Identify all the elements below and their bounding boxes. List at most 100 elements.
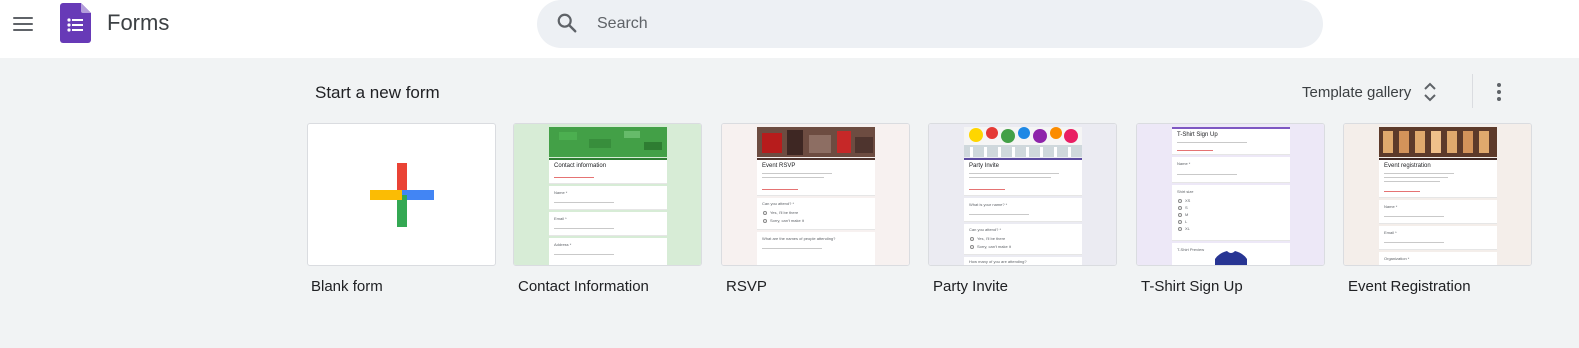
top-app-bar: Forms — [0, 0, 1579, 58]
preview-header-box: Event registration — [1379, 158, 1497, 198]
preview-desc-line — [1384, 177, 1448, 178]
preview-answer-line — [1384, 242, 1444, 243]
preview-question: Can you attend? * Yes, I'll be there Sor… — [757, 198, 875, 230]
preview-question: Shirt size XS S M L XL — [1172, 185, 1290, 241]
preview-field: Email * — [1379, 226, 1497, 250]
search-icon[interactable] — [556, 12, 578, 34]
required-note-line — [1384, 191, 1420, 192]
template-card-tshirt[interactable]: T-Shirt Sign Up Name * Shirt size XS S M… — [1136, 123, 1325, 266]
preview-answer-line — [762, 248, 822, 249]
radio-icon — [1178, 220, 1182, 224]
template-label-contact[interactable]: Contact Information — [518, 277, 649, 297]
preview-desc-line — [969, 173, 1059, 174]
preview-answer-line — [554, 254, 614, 255]
hamburger-menu-icon[interactable] — [8, 9, 38, 39]
template-label-event[interactable]: Event Registration — [1348, 277, 1471, 297]
preview-banner — [1379, 127, 1497, 157]
preview-header-box: Event RSVP — [757, 158, 875, 196]
preview-answer-line — [1177, 174, 1237, 175]
preview-title: T-Shirt Sign Up — [1177, 132, 1218, 138]
radio-icon — [1178, 227, 1182, 231]
required-note-line — [1177, 150, 1213, 151]
template-card-contact[interactable]: Contact information Name * Email * Addre… — [513, 123, 702, 266]
radio-icon — [763, 219, 767, 223]
preview-field: Organization * — [1379, 252, 1497, 265]
preview-field-label: Name * — [1384, 204, 1398, 209]
preview-question-label: What is your name? * — [969, 202, 1008, 207]
toolbar-divider — [1472, 74, 1473, 108]
template-label-rsvp[interactable]: RSVP — [726, 277, 767, 297]
preview-desc-line — [762, 177, 824, 178]
preview-field-label: Address * — [554, 242, 572, 247]
template-label-blank[interactable]: Blank form — [311, 277, 383, 297]
preview-desc-line — [1384, 173, 1454, 174]
preview-desc-line — [1177, 142, 1247, 143]
template-card-blank[interactable] — [307, 123, 496, 266]
radio-icon — [1178, 206, 1182, 210]
template-card-event[interactable]: Event registration Name * Email * Organi… — [1343, 123, 1532, 266]
preview-question: What is your name? * — [964, 198, 1082, 222]
app-title[interactable]: Forms — [107, 10, 169, 36]
form-preview: Party Invite What is your name? * Can yo… — [964, 127, 1082, 265]
form-preview: T-Shirt Sign Up Name * Shirt size XS S M… — [1172, 127, 1290, 265]
search-input[interactable] — [597, 0, 1297, 48]
preview-title: Event RSVP — [762, 163, 796, 169]
more-vert-icon[interactable] — [1485, 77, 1513, 107]
preview-field-label: Email * — [1384, 230, 1397, 235]
preview-question-label: How many of you are attending? — [969, 259, 1027, 264]
preview-desc-line — [762, 173, 832, 174]
form-preview: Event RSVP Can you attend? * Yes, I'll b… — [757, 127, 875, 265]
preview-option: Yes, I'll be there — [977, 236, 1006, 241]
template-gallery-button[interactable]: Template gallery — [1296, 76, 1445, 108]
preview-option: Sorry, can't make it — [770, 218, 804, 223]
balloons-illustration — [964, 127, 1082, 157]
preview-banner — [549, 127, 667, 157]
preview-answer-line — [554, 202, 614, 203]
plus-icon — [369, 162, 434, 227]
unfold-more-icon — [1424, 82, 1436, 102]
template-card-rsvp[interactable]: Event RSVP Can you attend? * Yes, I'll b… — [721, 123, 910, 266]
radio-icon — [970, 245, 974, 249]
banner-pattern — [559, 131, 662, 150]
preview-title: Party Invite — [969, 163, 1000, 169]
preview-desc-line — [969, 177, 1051, 178]
banner-photo — [1379, 127, 1497, 157]
preview-option: Yes, I'll be there — [770, 210, 799, 215]
form-preview: Event registration Name * Email * Organi… — [1379, 127, 1497, 265]
template-label-party[interactable]: Party Invite — [933, 277, 1008, 297]
tshirt-image — [1215, 251, 1247, 265]
preview-option: M — [1185, 212, 1189, 217]
preview-answer-line — [554, 228, 614, 229]
preview-question: T-Shirt Preview — [1172, 243, 1290, 265]
preview-option: S — [1185, 205, 1188, 210]
preview-question-label: What are the names of people attending? — [762, 236, 836, 241]
preview-question-label: Can you attend? * — [762, 201, 795, 206]
preview-question-label: T-Shirt Preview — [1177, 247, 1205, 252]
preview-header-box: Party Invite — [964, 158, 1082, 196]
form-preview: Contact information Name * Email * Addre… — [549, 127, 667, 265]
search-bar[interactable] — [537, 0, 1323, 48]
template-label-tshirt[interactable]: T-Shirt Sign Up — [1141, 277, 1243, 297]
preview-header-box: T-Shirt Sign Up — [1172, 127, 1290, 155]
preview-banner — [757, 127, 875, 157]
preview-field-label: Name * — [554, 190, 568, 195]
radio-icon — [763, 211, 767, 215]
preview-field: Name * — [1379, 200, 1497, 224]
banner-photo — [757, 127, 875, 157]
preview-field: Address * — [549, 238, 667, 265]
preview-question-label: Can you attend? * — [969, 227, 1002, 232]
required-note-line — [762, 189, 798, 190]
preview-question-label: Shirt size — [1177, 189, 1194, 194]
preview-field: Email * — [549, 212, 667, 236]
template-card-party[interactable]: Party Invite What is your name? * Can yo… — [928, 123, 1117, 266]
preview-option: L — [1185, 219, 1188, 224]
preview-question-label: Name * — [1177, 161, 1191, 166]
required-note-line — [554, 177, 594, 178]
google-forms-logo[interactable] — [60, 3, 91, 43]
radio-icon — [1178, 199, 1182, 203]
preview-banner — [964, 127, 1082, 157]
preview-answer-line — [969, 214, 1029, 215]
start-new-form-heading: Start a new form — [315, 83, 440, 102]
preview-desc-line — [1384, 181, 1440, 182]
preview-question: How many of you are attending? — [964, 257, 1082, 265]
